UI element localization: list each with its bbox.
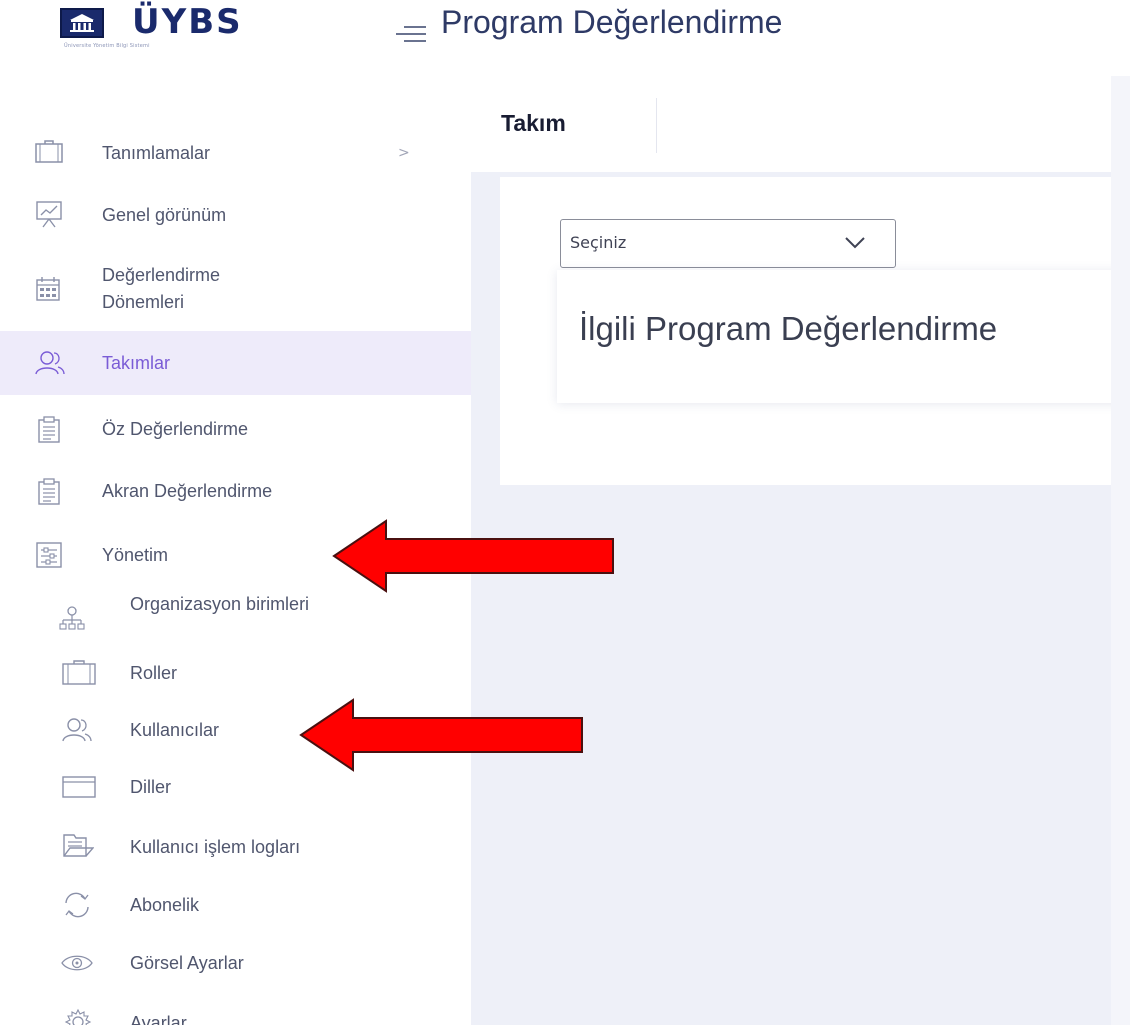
calendar-icon	[35, 276, 61, 302]
sidebar-item-akran-degerlendirme[interactable]: Akran Değerlendirme	[0, 466, 471, 516]
clipboard-icon	[37, 416, 63, 443]
chevron-down-icon	[844, 235, 866, 254]
refresh-icon	[62, 891, 89, 918]
users-icon	[62, 717, 92, 743]
sidebar-item-genel-gorunum[interactable]: Genel görünüm	[0, 190, 471, 240]
sidebar-item-label: Roller	[130, 663, 178, 683]
sidebar-item-label: Değerlendirme Dönemleri	[102, 265, 221, 312]
gear-icon	[64, 1008, 92, 1025]
sidebar-item-oz-degerlendirme[interactable]: Öz Değerlendirme	[0, 404, 471, 454]
subheader-divider	[656, 98, 657, 153]
chevron-right-icon: >	[398, 145, 410, 161]
page-title: Takım	[501, 110, 566, 136]
subheader: Takım	[471, 76, 1111, 172]
briefcase-icon	[62, 660, 96, 686]
folder-icon	[62, 832, 94, 858]
annotation-arrow-yonetim	[330, 517, 620, 595]
scroll-gutter	[1111, 76, 1130, 1025]
card-title: İlgili Program Değerlendirme	[579, 310, 998, 347]
sidebar-item-label: Tanımlamalar	[102, 143, 211, 163]
settings-panel-icon	[35, 541, 62, 568]
sidebar-subitem-kullanici-islem-loglari[interactable]: Kullanıcı işlem logları	[0, 824, 471, 870]
sidebar-item-label: Kullanıcılar	[130, 720, 220, 740]
eye-icon	[60, 951, 93, 977]
select-value: Seçiniz	[570, 233, 627, 252]
sidebar-item-label: Akran Değerlendirme	[102, 481, 273, 501]
sidebar-subitem-roller[interactable]: Roller	[0, 652, 471, 696]
org-chart-icon	[58, 606, 85, 632]
sidebar-item-label: Organizasyon birimleri	[130, 594, 310, 614]
sidebar-item-label: Abonelik	[130, 895, 200, 915]
content-card: Seçiniz İlgili Program Değerlendirme	[500, 177, 1130, 485]
sidebar-item-takimlar[interactable]: Takımlar	[0, 331, 471, 395]
sidebar-subitem-organizasyon-birimleri[interactable]: Organizasyon birimleri	[0, 588, 471, 650]
program-select[interactable]: Seçiniz	[560, 219, 896, 268]
sidebar-item-tanimlamalar[interactable]: Tanımlamalar >	[0, 128, 471, 178]
sidebar-item-label: Yönetim	[102, 545, 169, 565]
window-icon	[62, 775, 96, 801]
sidebar-item-degerlendirme-donemleri[interactable]: Değerlendirme Dönemleri	[0, 252, 471, 326]
clipboard-icon	[37, 478, 63, 505]
logo-subtitle: Üniversite Yönetim Bilgi Sistemi	[64, 43, 150, 49]
annotation-arrow-kullanicilar	[297, 696, 587, 774]
presentation-chart-icon	[35, 200, 62, 228]
sidebar-item-label: Diller	[130, 777, 172, 797]
app-header: ÜYBS Üniversite Yönetim Bilgi Sistemi Pr…	[0, 0, 1130, 76]
sidebar-item-label: Ayarlar	[130, 1013, 187, 1025]
briefcase-icon	[35, 140, 63, 166]
users-icon	[35, 350, 65, 376]
logo-text: ÜYBS	[132, 2, 243, 42]
app-title: Program Değerlendirme	[441, 4, 783, 40]
sidebar-item-label: Öz Değerlendirme	[102, 419, 249, 439]
menu-toggle-icon[interactable]	[396, 24, 426, 42]
sidebar-item-label: Takımlar	[102, 353, 171, 373]
sidebar-item-label: Genel görünüm	[102, 205, 227, 225]
sidebar-subitem-abonelik[interactable]: Abonelik	[0, 884, 471, 928]
sidebar-subitem-ayarlar[interactable]: Ayarlar	[0, 1000, 471, 1025]
sidebar-subitem-gorsel-ayarlar[interactable]: Görsel Ayarlar	[0, 942, 471, 986]
sidebar-item-label: Kullanıcı işlem logları	[130, 837, 301, 857]
logo[interactable]: ÜYBS Üniversite Yönetim Bilgi Sistemi	[36, 2, 308, 49]
program-card: İlgili Program Değerlendirme	[557, 270, 1130, 403]
sidebar-item-label: Görsel Ayarlar	[130, 953, 244, 973]
university-building-icon	[60, 8, 104, 38]
